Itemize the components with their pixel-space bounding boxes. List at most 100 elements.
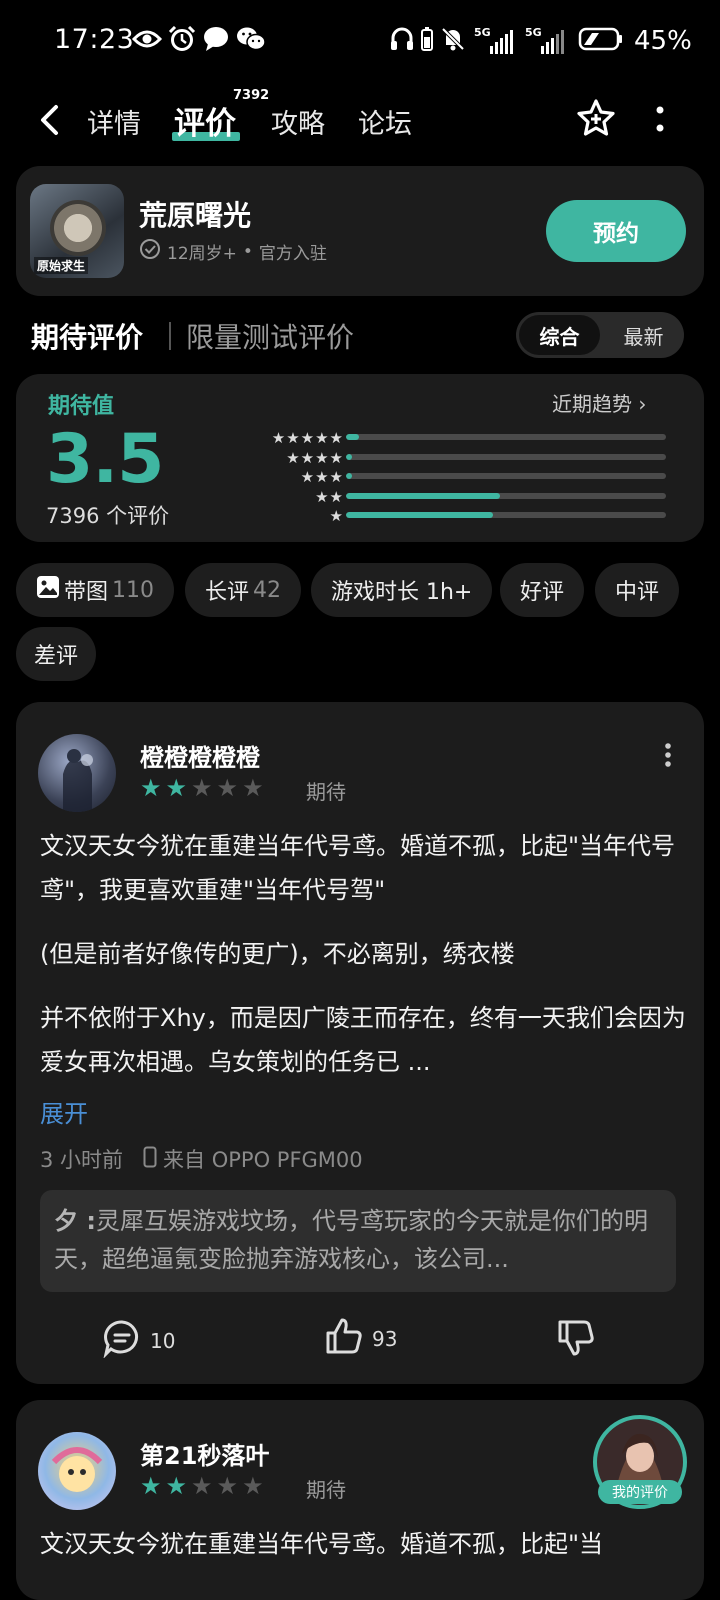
star-filled-icon: ★ — [165, 1472, 188, 1500]
star-empty-icon: ★ — [191, 1472, 213, 1500]
status-bar: 17:23 5G 5G 45% — [0, 0, 720, 80]
expand-link[interactable]: 展开 — [40, 1094, 88, 1129]
distribution-stars: ★★★★ — [286, 448, 344, 467]
comment-icon — [102, 1318, 142, 1363]
game-icon-caption: 原始求生 — [34, 257, 89, 274]
distribution-row: ★ — [244, 506, 674, 526]
my-review-badge[interactable]: 我的评价 — [592, 1414, 688, 1510]
more-vertical-icon[interactable] — [655, 106, 665, 138]
tab-forum[interactable]: 论坛 — [358, 102, 412, 141]
signal-5g-icon: 5G — [525, 26, 564, 54]
star-filled-icon: ★ — [165, 774, 188, 802]
distribution-stars: ★★★★★ — [271, 429, 344, 447]
meta-dot: • — [242, 241, 253, 262]
distribution-track — [346, 473, 666, 479]
review-count-badge: 7392 — [233, 88, 270, 103]
battery-percent: 45% — [634, 26, 692, 56]
distribution-row: ★★★★★ — [244, 428, 674, 448]
battery-icon — [578, 27, 624, 55]
reviewer-name[interactable]: 第21秒落叶 — [140, 1436, 269, 1471]
my-review-label: 我的评价 — [598, 1480, 682, 1504]
chevron-right-icon: › — [638, 392, 647, 416]
reserve-button[interactable]: 预约 — [546, 200, 686, 262]
official-label: 官方入驻 — [258, 244, 327, 264]
rating-distribution: ★★★★★ ★★★★ ★★★ ★★ ★ — [244, 428, 674, 526]
distribution-track — [346, 492, 666, 499]
dislike-button[interactable] — [556, 1318, 596, 1363]
distribution-stars: ★★★ — [300, 468, 344, 486]
filter-count: 110 — [112, 577, 155, 603]
distribution-track — [346, 453, 666, 460]
score-value: 3.5 — [46, 420, 164, 499]
review-card: 第21秒落叶 ★ ★ ★ ★ ★ 期待 我的评价 文汉天女今犹在重建当年代号鸢。婚道不孤… — [16, 1400, 704, 1600]
filter-label: 带图 — [64, 580, 109, 605]
game-info-card: 原始求生 荒原曙光 12周岁+ • 官方入驻 预约 — [16, 166, 704, 296]
filter-positive[interactable]: 好评 — [500, 563, 585, 617]
review-paragraph: 文汉天女今犹在重建当年代号鸢。婚道不孤，比起"当 — [40, 1530, 604, 1558]
filter-label: 游戏时长 1h+ — [331, 580, 473, 605]
review-paragraph: 并不依附于Xhy，而是因广陵王而存在，终有一天我们会因为爱女再次相遇。乌女策划的… — [40, 1004, 686, 1076]
distribution-fill — [346, 434, 359, 440]
filter-with-images[interactable]: 带图 110 — [16, 563, 175, 617]
filter-neutral[interactable]: 中评 — [595, 563, 680, 617]
filter-long-reviews[interactable]: 长评 42 — [185, 563, 302, 617]
reply-preview[interactable]: 夕 :灵犀互娱游戏坟场，代号鸢玩家的今天就是你们的明天，超绝逼氪变脸抛弃游戏核心… — [40, 1190, 676, 1292]
mute-bell-icon — [440, 26, 466, 56]
review-card: 橙橙橙橙橙 ★ ★ ★ ★ ★ 期待 文汉天女今犹在重建当年代号鸢。婚道不孤，比起"当年… — [16, 702, 704, 1384]
reviewer-name[interactable]: 橙橙橙橙橙 — [140, 738, 260, 773]
distribution-row: ★★★★ — [244, 448, 674, 468]
review-paragraph: (但是前者好像传的更广)，不必离别，绣衣楼 — [40, 940, 515, 968]
comment-count: 10 — [150, 1328, 176, 1353]
distribution-row: ★★ — [244, 487, 674, 507]
game-app-icon[interactable]: 原始求生 — [30, 184, 124, 278]
sort-overall-option[interactable]: 综合 — [519, 315, 600, 355]
star-empty-icon: ★ — [216, 1472, 239, 1500]
review-meta: 3 小时前 来自 OPPO PFGM00 — [40, 1144, 363, 1174]
expectation-reviews-tab[interactable]: 期待评价 — [31, 316, 143, 356]
sort-latest-option[interactable]: 最新 — [603, 312, 684, 358]
trend-label: 近期趋势 — [552, 392, 632, 416]
filter-label: 长评 — [205, 580, 250, 605]
chat-bubble-icon — [202, 26, 230, 56]
filter-playtime[interactable]: 游戏时长 1h+ — [311, 563, 493, 617]
like-button[interactable]: 93 — [324, 1316, 397, 1361]
limited-test-reviews-tab[interactable]: 限量测试评价 — [186, 316, 354, 356]
avatar[interactable] — [38, 1432, 116, 1510]
game-title[interactable]: 荒原曙光 — [139, 194, 251, 234]
eye-icon — [131, 27, 163, 55]
review-device: 来自 OPPO PFGM00 — [163, 1148, 363, 1172]
verified-check-icon — [139, 238, 161, 265]
score-summary-card: 期待值 3.5 7396 个评价 近期趋势 › ★★★★★ ★★★★ ★★★ ★★ ★ — [16, 374, 704, 542]
more-vertical-icon[interactable] — [664, 742, 672, 772]
recent-trend-link[interactable]: 近期趋势 › — [552, 388, 646, 417]
phone-icon — [143, 1146, 157, 1173]
age-rating: 12周岁+ — [167, 244, 237, 264]
rating-header: 期待评价 限量测试评价 综合 最新 — [0, 310, 720, 362]
tab-guides[interactable]: 攻略 — [271, 102, 325, 141]
filter-label: 差评 — [34, 644, 79, 669]
filter-count: 42 — [253, 577, 282, 603]
tab-reviews[interactable]: 评价 — [174, 98, 236, 143]
thumbs-up-icon — [324, 1316, 364, 1361]
tab-details[interactable]: 详情 — [87, 102, 141, 141]
review-rating-stars: ★ ★ ★ ★ ★ — [140, 1472, 264, 1500]
filter-label: 好评 — [520, 580, 565, 605]
avatar[interactable] — [38, 734, 116, 812]
thumbs-down-icon — [556, 1318, 596, 1363]
image-icon — [36, 575, 60, 605]
rating-count: 7396 个评价 — [46, 504, 170, 528]
review-paragraph: 文汉天女今犹在重建当年代号鸢。婚道不孤，比起"当年代号鸢"，我更喜欢重建"当年代… — [40, 832, 676, 904]
comment-button[interactable]: 10 — [102, 1318, 175, 1363]
distribution-fill — [346, 512, 494, 518]
star-empty-icon: ★ — [191, 774, 213, 802]
like-count: 93 — [372, 1326, 398, 1351]
distribution-row: ★★★ — [244, 467, 674, 487]
star-empty-icon: ★ — [242, 774, 264, 802]
review-tag: 期待 — [306, 780, 346, 804]
filter-negative[interactable]: 差评 — [16, 627, 97, 681]
signal-5g-icon: 5G — [474, 26, 513, 54]
review-tag: 期待 — [306, 1478, 346, 1502]
distribution-fill — [346, 492, 500, 499]
add-favorite-star-icon[interactable] — [576, 98, 616, 142]
back-arrow-icon[interactable] — [36, 104, 64, 136]
